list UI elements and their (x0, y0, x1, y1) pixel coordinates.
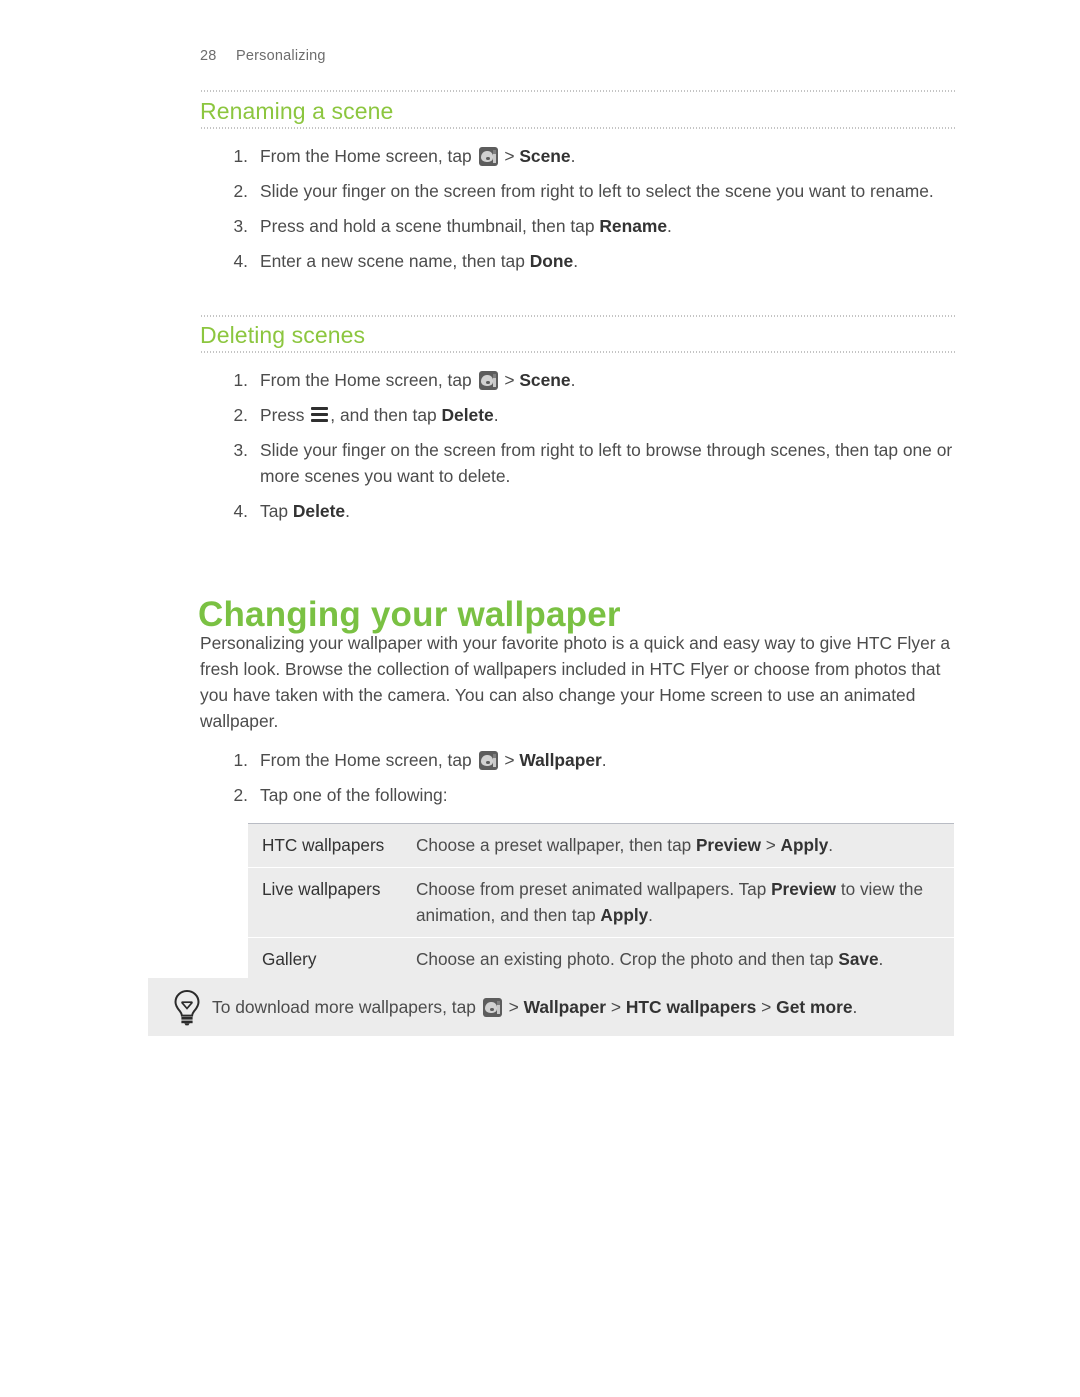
divider-top-renaming (200, 90, 955, 92)
list-item-number: 2. (233, 405, 248, 425)
personalize-icon (478, 751, 498, 770)
divider-top-deleting (200, 315, 955, 317)
steps-renaming-a-scene: 1. From the Home screen, tap > Scene. 2. Sl… (218, 143, 963, 283)
list-item: 4. Tap Delete. (218, 498, 963, 524)
list-item-text: Slide your finger on the screen from rig… (260, 181, 934, 201)
running-header: 28 Personalizing (200, 48, 326, 64)
emphasis-term: HTC wallpapers (625, 997, 757, 1017)
menu-icon (311, 407, 329, 424)
manual-page: 28 Personalizing Renaming a scene 1. From … (0, 0, 1080, 1397)
table-cell-option-description: Choose a preset wallpaper, then tap Prev… (410, 823, 954, 868)
emphasis-term: Scene (519, 370, 571, 390)
table-row: Gallery Choose an existing photo. Crop th… (248, 937, 954, 982)
table-cell-option-label: Gallery (248, 937, 410, 982)
list-item-text: Slide your finger on the screen from rig… (260, 440, 953, 486)
divider-bottom-deleting (200, 351, 955, 353)
list-item-number: 3. (233, 440, 248, 460)
list-item-number: 4. (233, 251, 248, 271)
list-item-number: 2. (233, 181, 248, 201)
table-cell-option-label: HTC wallpapers (248, 823, 410, 868)
emphasis-term: Done (529, 251, 574, 271)
emphasis-term: Apply (780, 835, 829, 855)
list-item-text: Press , and then tap Delete. (260, 405, 499, 425)
emphasis-term: Preview (771, 879, 837, 899)
list-item-number: 2. (233, 785, 248, 805)
divider-bottom-renaming (200, 127, 955, 129)
page-number: 28 (200, 48, 217, 64)
list-item-text: From the Home screen, tap > Scene. (260, 370, 576, 390)
page-section-name: Personalizing (236, 48, 326, 64)
subheading-renaming-a-scene: Renaming a scene (200, 98, 394, 124)
personalize-icon (482, 998, 502, 1017)
list-item-text: Tap one of the following: (260, 785, 448, 805)
table-row: Live wallpapers Choose from preset animat… (248, 867, 954, 938)
table-cell-option-description: Choose an existing photo. Crop the photo… (410, 937, 954, 982)
list-item: 4. Enter a new scene name, then tap Done. (218, 248, 963, 274)
table-row: HTC wallpapers Choose a preset wallpaper,… (248, 823, 954, 868)
list-item: 2. Slide your finger on the screen from r… (218, 178, 963, 204)
emphasis-term: Delete (441, 405, 494, 425)
list-item-number: 1. (233, 146, 248, 166)
list-item: 1. From the Home screen, tap > Scene. (218, 143, 963, 169)
emphasis-term: Apply (600, 905, 649, 925)
list-item-text: Tap Delete. (260, 501, 350, 521)
list-item: 3. Press and hold a scene thumbnail, then… (218, 213, 963, 239)
emphasis-term: Get more (776, 997, 853, 1017)
list-item: 1. From the Home screen, tap > Wallpaper. (218, 747, 963, 773)
tip-callout: To download more wallpapers, tap > Wallp… (148, 978, 954, 1036)
list-item: 1. From the Home screen, tap > Scene. (218, 367, 963, 393)
list-item: 2. Press , and then tap Delete. (218, 402, 963, 428)
emphasis-term: Wallpaper (523, 997, 607, 1017)
emphasis-term: Preview (695, 835, 761, 855)
steps-changing-wallpaper: 1. From the Home screen, tap > Wallpaper.… (218, 747, 963, 817)
table-cell-option-description: Choose from preset animated wallpapers. … (410, 867, 954, 938)
list-item-number: 4. (233, 501, 248, 521)
list-item: 3. Slide your finger on the screen from r… (218, 437, 963, 489)
steps-deleting-scenes: 1. From the Home screen, tap > Scene. 2. Pr… (218, 367, 963, 533)
emphasis-term: Wallpaper (519, 750, 602, 770)
lightbulb-icon (170, 988, 204, 1026)
emphasis-term: Scene (519, 146, 571, 166)
emphasis-term: Delete (292, 501, 346, 521)
list-item-text: Press and hold a scene thumbnail, then t… (260, 216, 672, 236)
personalize-icon (478, 147, 498, 166)
tip-text: To download more wallpapers, tap > Wallp… (212, 997, 858, 1017)
emphasis-term: Save (838, 949, 879, 969)
wallpaper-options-table: HTC wallpapers Choose a preset wallpaper,… (248, 823, 954, 982)
list-item: 2. Tap one of the following: (218, 782, 963, 808)
list-item-number: 1. (233, 370, 248, 390)
emphasis-term: Rename (599, 216, 668, 236)
list-item-text: Enter a new scene name, then tap Done. (260, 251, 579, 271)
subheading-deleting-scenes: Deleting scenes (200, 322, 366, 348)
list-item-text: From the Home screen, tap > Wallpaper. (260, 750, 607, 770)
table-cell-option-label: Live wallpapers (248, 867, 410, 938)
list-item-number: 3. (233, 216, 248, 236)
chapter-intro-paragraph: Personalizing your wallpaper with your f… (200, 633, 951, 731)
list-item-text: From the Home screen, tap > Scene. (260, 146, 576, 166)
personalize-icon (478, 371, 498, 390)
list-item-number: 1. (233, 750, 248, 770)
